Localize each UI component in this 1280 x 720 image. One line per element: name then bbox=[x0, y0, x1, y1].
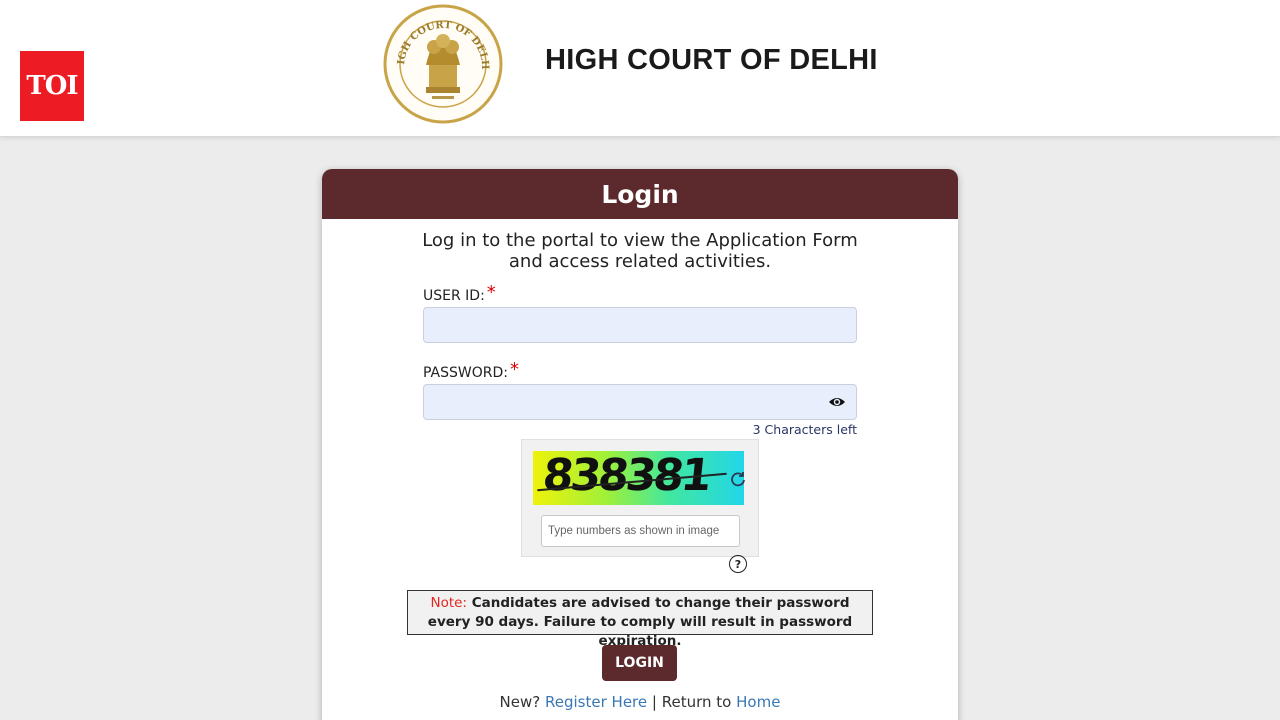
required-mark: * bbox=[486, 282, 496, 303]
login-card: Login Log in to the portal to view the A… bbox=[322, 169, 958, 720]
return-text: Return to bbox=[661, 693, 732, 711]
intro-line-2: and access related activities. bbox=[508, 251, 772, 272]
refresh-icon[interactable] bbox=[730, 471, 746, 487]
note-label: Note: bbox=[430, 595, 467, 611]
required-mark: * bbox=[509, 359, 519, 380]
login-card-header: Login bbox=[322, 169, 958, 219]
new-text: New? bbox=[499, 693, 541, 711]
login-title: Login bbox=[601, 179, 679, 209]
user-id-input[interactable] bbox=[423, 307, 857, 343]
toi-logo[interactable]: TOI bbox=[20, 51, 84, 121]
login-button[interactable]: LOGIN bbox=[602, 645, 677, 681]
captcha-image: 838381 bbox=[533, 451, 744, 505]
link-separator: | bbox=[651, 693, 657, 711]
court-title: HIGH COURT OF DELHI bbox=[545, 44, 878, 76]
login-intro: Log in to the portal to view the Applica… bbox=[322, 230, 958, 272]
register-link[interactable]: Register Here bbox=[545, 693, 647, 711]
captcha-input[interactable] bbox=[541, 515, 740, 547]
intro-line-1: Log in to the portal to view the Applica… bbox=[422, 230, 858, 251]
user-id-label-text: USER ID: bbox=[423, 288, 485, 304]
footer-links: New? Register Here | Return to Home bbox=[322, 693, 958, 711]
password-chars-left: 3 Characters left bbox=[752, 422, 857, 437]
password-note: Note: Candidates are advised to change t… bbox=[407, 590, 873, 649]
user-id-label: USER ID: * bbox=[423, 282, 496, 304]
password-label: PASSWORD: * bbox=[423, 359, 519, 381]
site-header: TOI HIGH COURT OF DELHI HIGH COURT OF DE… bbox=[0, 0, 1280, 137]
password-input[interactable] bbox=[423, 384, 857, 420]
home-link[interactable]: Home bbox=[736, 693, 780, 711]
captcha-box: 838381 bbox=[521, 439, 759, 557]
state-emblem-icon: HIGH COURT OF DELHI bbox=[382, 3, 503, 124]
help-icon[interactable]: ? bbox=[729, 555, 747, 573]
eye-icon[interactable] bbox=[828, 394, 846, 410]
password-label-text: PASSWORD: bbox=[423, 365, 508, 381]
note-text: Candidates are advised to change their p… bbox=[427, 595, 853, 649]
